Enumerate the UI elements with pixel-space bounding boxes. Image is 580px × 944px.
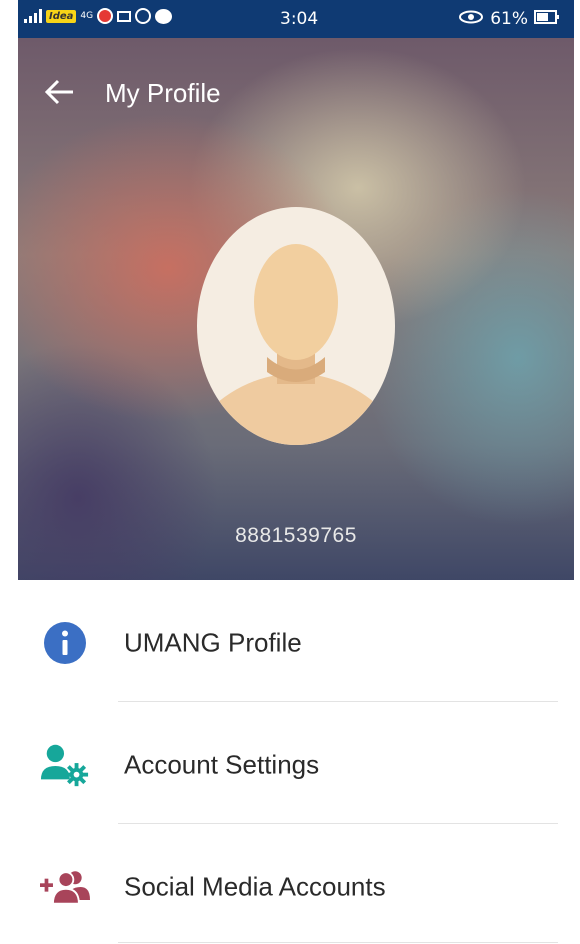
chat-icon <box>155 8 173 24</box>
whatsapp-icon <box>135 8 152 24</box>
info-icon <box>40 618 90 668</box>
phone-number: 8881539765 <box>235 524 357 547</box>
divider <box>118 823 558 824</box>
eye-icon <box>458 9 484 29</box>
arrow-left-icon <box>44 79 73 105</box>
profile-header: My Profile 8881539765 <box>18 38 574 580</box>
avatar[interactable] <box>197 207 395 445</box>
divider <box>118 701 558 702</box>
menu-item-social-media-accounts[interactable]: Social Media Accounts <box>18 832 574 942</box>
signal-icon <box>24 9 42 23</box>
divider <box>118 942 558 943</box>
network-label: 4G <box>80 11 94 21</box>
add-users-icon <box>40 862 90 912</box>
back-button[interactable] <box>44 78 76 111</box>
menu-item-account-settings[interactable]: Account Settings <box>18 710 574 820</box>
user-settings-icon <box>40 740 90 790</box>
menu-item-label: Social Media Accounts <box>124 871 386 902</box>
menu-item-label: UMANG Profile <box>124 627 302 658</box>
status-right: 61% <box>458 9 560 29</box>
battery-percent: 61% <box>490 9 528 29</box>
clock: 3:04 <box>280 9 319 29</box>
vodafone-icon <box>97 8 114 24</box>
battery-icon <box>534 9 560 29</box>
default-avatar-icon <box>207 244 385 445</box>
status-bar: Idea 4G 3:04 61% <box>18 0 574 38</box>
page-title: My Profile <box>105 78 221 108</box>
screen-icon <box>117 10 132 22</box>
carrier-badge: Idea <box>46 9 77 23</box>
menu-item-label: Account Settings <box>124 749 320 780</box>
status-left: Idea 4G <box>24 8 173 24</box>
menu-item-umang-profile[interactable]: UMANG Profile <box>18 588 574 698</box>
